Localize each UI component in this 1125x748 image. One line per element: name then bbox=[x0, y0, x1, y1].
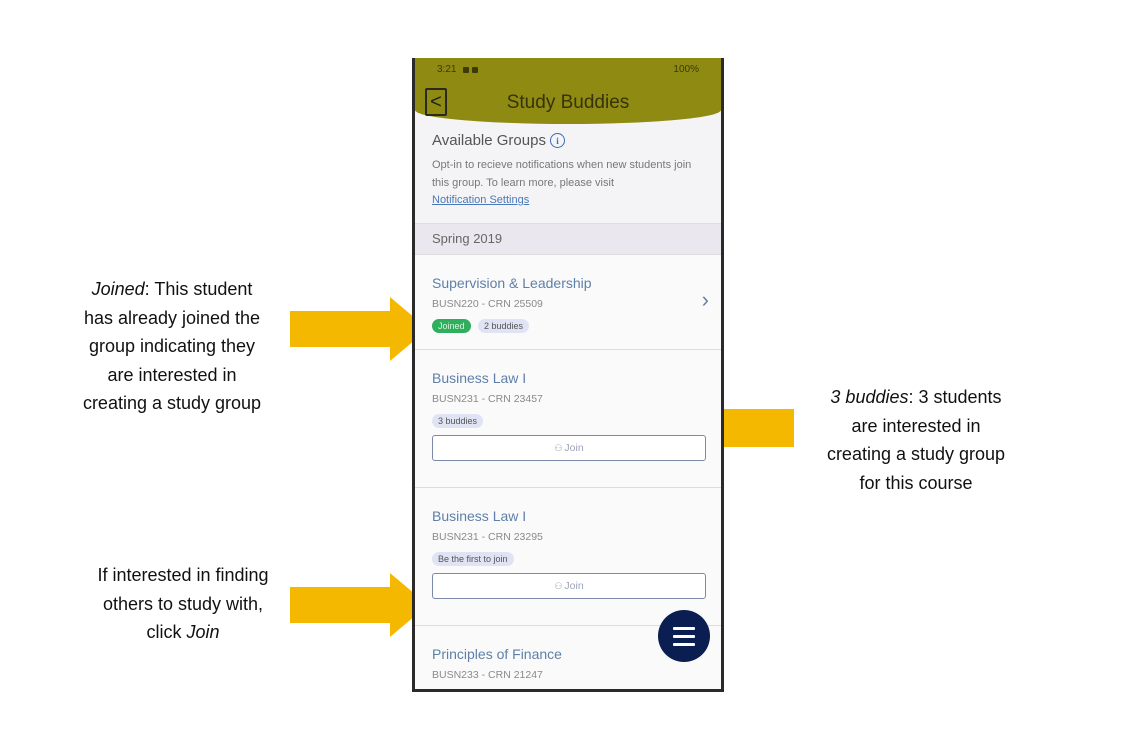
annotation-join-l1: If interested in finding bbox=[97, 565, 269, 585]
annotation-joined: Joined: This student has already joined … bbox=[62, 275, 282, 418]
available-groups-intro: Available Groups i Opt-in to recieve not… bbox=[415, 126, 721, 216]
annotation-buddies-l4: for this course bbox=[859, 472, 973, 493]
arrow-join bbox=[290, 573, 428, 637]
join-button[interactable]: ⚇ Join bbox=[432, 435, 706, 461]
hamburger-icon-line bbox=[673, 634, 695, 638]
app-header: 3:21 100% < Study Buddies bbox=[415, 58, 721, 124]
course-code: BUSN231 - CRN 23295 bbox=[432, 531, 543, 543]
course-name: Supervision & Leadership bbox=[432, 275, 592, 291]
hamburger-icon-line bbox=[673, 642, 695, 646]
annotation-join-l3: click bbox=[146, 622, 187, 642]
chevron-right-icon[interactable]: › bbox=[702, 287, 709, 313]
users-icon: ⚇ bbox=[554, 442, 563, 453]
notification-icons bbox=[463, 65, 481, 73]
annotation-joined-l3: group indicating they bbox=[88, 336, 256, 356]
available-groups-label: Available Groups bbox=[432, 132, 546, 149]
phone-frame: 3:21 100% < Study Buddies Available Grou… bbox=[412, 58, 724, 692]
phone-screen: 3:21 100% < Study Buddies Available Grou… bbox=[415, 58, 721, 689]
annotation-joined-l2: has already joined the bbox=[83, 307, 261, 328]
semester-header: Spring 2019 bbox=[415, 223, 721, 255]
annotation-join-emph: Join bbox=[186, 622, 220, 642]
arrow-joined bbox=[290, 297, 428, 361]
annotation-joined-l1: : This student bbox=[144, 279, 253, 299]
battery-level: 100% bbox=[673, 64, 699, 75]
group-card: Business Law I BUSN231 - CRN 23457 3 bud… bbox=[415, 350, 721, 488]
notification-settings-link[interactable]: Notification Settings bbox=[432, 192, 705, 208]
annotation-join: If interested in finding others to study… bbox=[72, 561, 294, 647]
group-card[interactable]: Supervision & Leadership BUSN220 - CRN 2… bbox=[415, 255, 721, 350]
join-button[interactable]: ⚇ Join bbox=[432, 573, 706, 599]
annotation-joined-emph: Joined bbox=[91, 279, 145, 299]
be-first-badge: Be the first to join bbox=[432, 552, 514, 566]
menu-fab-button[interactable] bbox=[658, 610, 710, 662]
users-icon: ⚇ bbox=[554, 580, 563, 591]
annotation-buddies: 3 buddies: 3 students are interested in … bbox=[806, 383, 1026, 497]
annotation-joined-l4: are interested in bbox=[107, 364, 237, 385]
course-code: BUSN233 - CRN 21247 bbox=[432, 669, 543, 681]
hamburger-icon-line bbox=[673, 626, 695, 630]
info-icon[interactable]: i bbox=[549, 133, 565, 148]
annotation-joined-l5: creating a study group bbox=[82, 393, 262, 413]
group-card: Business Law I BUSN231 - CRN 23295 Be th… bbox=[415, 488, 721, 626]
annotation-join-l2: others to study with, bbox=[102, 593, 264, 614]
joined-badge: Joined bbox=[432, 319, 471, 333]
status-time: 3:21 bbox=[437, 64, 457, 75]
intro-description: Opt-in to recieve notifications when new… bbox=[432, 159, 692, 189]
annotation-buddies-l2: are interested in bbox=[851, 415, 981, 436]
groups-list[interactable]: Available Groups i Opt-in to recieve not… bbox=[415, 126, 721, 689]
join-label: Join bbox=[564, 580, 584, 592]
buddies-count-badge: 3 buddies bbox=[432, 414, 484, 428]
join-label: Join bbox=[564, 442, 584, 454]
status-bar: 3:21 100% bbox=[415, 58, 721, 80]
course-name: Business Law I bbox=[432, 508, 527, 524]
buddies-count-badge: 2 buddies bbox=[477, 319, 530, 333]
available-groups-title: Available Groups i bbox=[432, 132, 705, 149]
annotation-buddies-l1: : 3 students bbox=[908, 387, 1002, 407]
annotation-buddies-l3: creating a study group bbox=[826, 444, 1006, 464]
badge-row: Be the first to join bbox=[432, 549, 721, 566]
annotation-buddies-emph: 3 buddies bbox=[830, 387, 909, 407]
page-title: Study Buddies bbox=[506, 92, 630, 113]
course-code: BUSN220 - CRN 25509 bbox=[432, 298, 543, 310]
badge-row: Joined 2 buddies bbox=[432, 316, 721, 333]
course-name: Business Law I bbox=[432, 370, 527, 386]
course-code: BUSN231 - CRN 23457 bbox=[432, 393, 543, 405]
badge-row: 3 buddies bbox=[432, 411, 721, 428]
